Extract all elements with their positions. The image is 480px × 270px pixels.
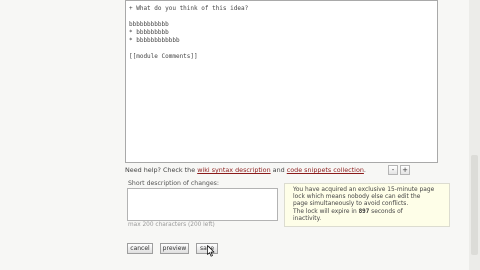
page-source-editor[interactable]: + What do you think of this idea? bbbbbb… (125, 0, 438, 163)
code-snippets-link[interactable]: code snippets collection (287, 166, 364, 174)
help-text: Need help? Check the wiki syntax descrip… (125, 166, 366, 175)
lock-notice-line: lock which means nobody else can edit th… (293, 194, 421, 201)
grow-editor-button[interactable]: + (400, 165, 410, 175)
lock-notice-line: You have acquired an exclusive 15-minute… (293, 187, 435, 193)
shrink-editor-button[interactable]: - (388, 165, 398, 175)
mouse-pointer-icon (207, 245, 215, 257)
character-limit-note: max 200 characters (200 left) (128, 222, 215, 228)
window-scrollbar-thumb[interactable] (471, 155, 478, 255)
lock-notice-line: page simultaneously to avoid conflicts. (293, 201, 409, 208)
help-suffix: . (363, 166, 366, 174)
summary-label: Short description of changes: (128, 180, 219, 187)
preview-button[interactable]: preview (160, 243, 189, 254)
lock-notice-line: inactivity. (293, 215, 322, 222)
cancel-button[interactable]: cancel (127, 243, 153, 254)
wiki-syntax-link[interactable]: wiki syntax description (197, 166, 270, 174)
lock-notice-line: The lock will expire in 897 seconds of (293, 209, 444, 216)
lock-expiry-suffix: seconds of (369, 208, 403, 215)
edit-page: + What do you think of this idea? bbbbbb… (0, 0, 480, 270)
page-lock-notice: You have acquired an exclusive 15-minute… (284, 183, 450, 227)
lock-expiry-prefix: The lock will expire in (293, 208, 359, 215)
help-prefix: Need help? Check the (125, 166, 198, 174)
change-summary-input[interactable] (127, 188, 278, 221)
lock-seconds-remaining: 897 (358, 208, 370, 215)
help-middle: and (270, 166, 287, 174)
